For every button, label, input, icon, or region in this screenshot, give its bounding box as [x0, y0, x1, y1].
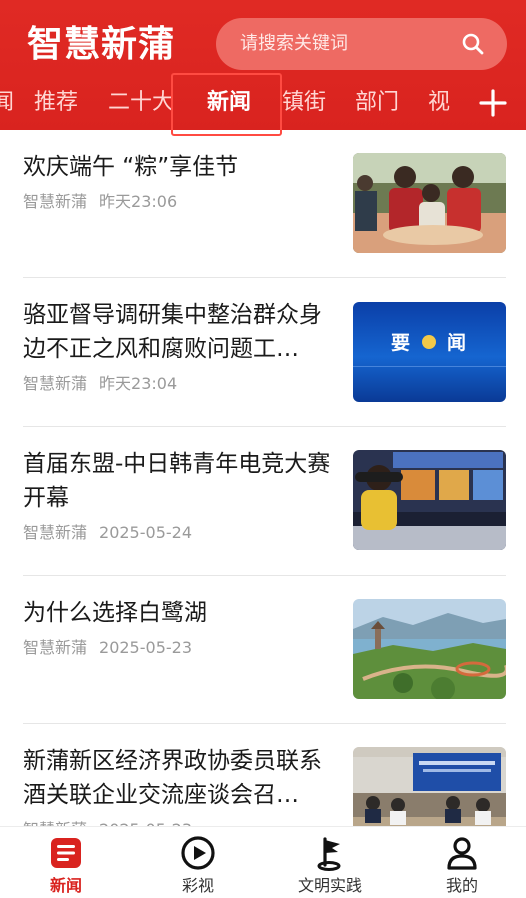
- news-source: 智慧新蒲: [23, 523, 88, 542]
- nav-label: 彩视: [181, 876, 214, 895]
- flag-icon: [317, 837, 341, 871]
- news-thumbnail[interactable]: [353, 153, 506, 253]
- nav-news[interactable]: 新闻: [0, 827, 132, 898]
- divider: [23, 723, 506, 724]
- news-source: 智慧新蒲: [23, 192, 88, 211]
- news-title[interactable]: 骆亚督导调研集中整治群众身边不正之风和腐败问题工…: [23, 298, 335, 366]
- news-meta: 智慧新蒲 2025-05-23: [23, 637, 192, 659]
- search-icon[interactable]: [461, 32, 485, 56]
- news-source: 智慧新蒲: [23, 638, 88, 657]
- play-icon: [181, 836, 215, 870]
- news-time: 2025-05-24: [99, 523, 192, 542]
- divider: [23, 277, 506, 278]
- search-placeholder: 请搜索关键词: [240, 33, 348, 54]
- news-source: 智慧新蒲: [23, 374, 88, 393]
- nav-profile[interactable]: 我的: [396, 827, 526, 898]
- tab-partial-left[interactable]: 闻: [0, 80, 14, 126]
- divider: [23, 426, 506, 427]
- tab-departments[interactable]: 部门: [355, 80, 399, 126]
- news-title[interactable]: 新蒲新区经济界政协委员联系酒关联企业交流座谈会召…: [23, 744, 335, 812]
- news-title[interactable]: 欢庆端午 “粽”享佳节: [23, 150, 335, 184]
- news-time: 昨天23:06: [99, 192, 178, 211]
- nav-label: 我的: [445, 876, 478, 895]
- tab-twentieth-congress[interactable]: 二十大: [108, 80, 174, 126]
- news-time: 昨天23:04: [99, 374, 178, 393]
- thumbnail-caption-right: 闻: [447, 332, 467, 354]
- tab-video[interactable]: 视: [428, 80, 450, 126]
- bottom-navigation: 新闻 彩视 文明实践 我的: [0, 826, 526, 898]
- channel-tabs: 闻 推荐 二十大 新闻 镇街 部门 视: [0, 80, 470, 126]
- news-time: 2025-05-23: [99, 638, 192, 657]
- tab-towns[interactable]: 镇街: [282, 80, 326, 126]
- user-icon: [447, 837, 477, 870]
- divider: [23, 575, 506, 576]
- app-header: 智慧新蒲 请搜索关键词 闻 推荐 二十大 新闻 镇街 部门 视: [0, 0, 526, 130]
- news-title[interactable]: 首届东盟-中日韩青年电竞大赛开幕: [23, 447, 335, 515]
- emblem-icon: [422, 335, 436, 349]
- news-meta: 智慧新蒲 昨天23:04: [23, 373, 177, 395]
- thumbnail-caption-left: 要: [391, 332, 411, 354]
- nav-video[interactable]: 彩视: [132, 827, 264, 898]
- add-channel-icon[interactable]: [478, 88, 508, 118]
- news-icon: [51, 838, 81, 868]
- news-meta: 智慧新蒲 2025-05-24: [23, 522, 192, 544]
- news-title[interactable]: 为什么选择白鹭湖: [23, 596, 335, 630]
- news-thumbnail[interactable]: [353, 450, 506, 550]
- nav-civilization-practice[interactable]: 文明实践: [264, 827, 396, 898]
- nav-label: 新闻: [49, 876, 82, 895]
- nav-label: 文明实践: [297, 876, 362, 895]
- news-meta: 智慧新蒲 昨天23:06: [23, 191, 177, 213]
- tab-recommend[interactable]: 推荐: [34, 80, 78, 126]
- search-bar[interactable]: 请搜索关键词: [216, 18, 507, 70]
- news-thumbnail[interactable]: 要 闻: [353, 302, 506, 402]
- news-thumbnail[interactable]: [353, 599, 506, 699]
- app-logo: 智慧新蒲: [27, 24, 176, 65]
- tab-news[interactable]: 新闻: [207, 80, 251, 126]
